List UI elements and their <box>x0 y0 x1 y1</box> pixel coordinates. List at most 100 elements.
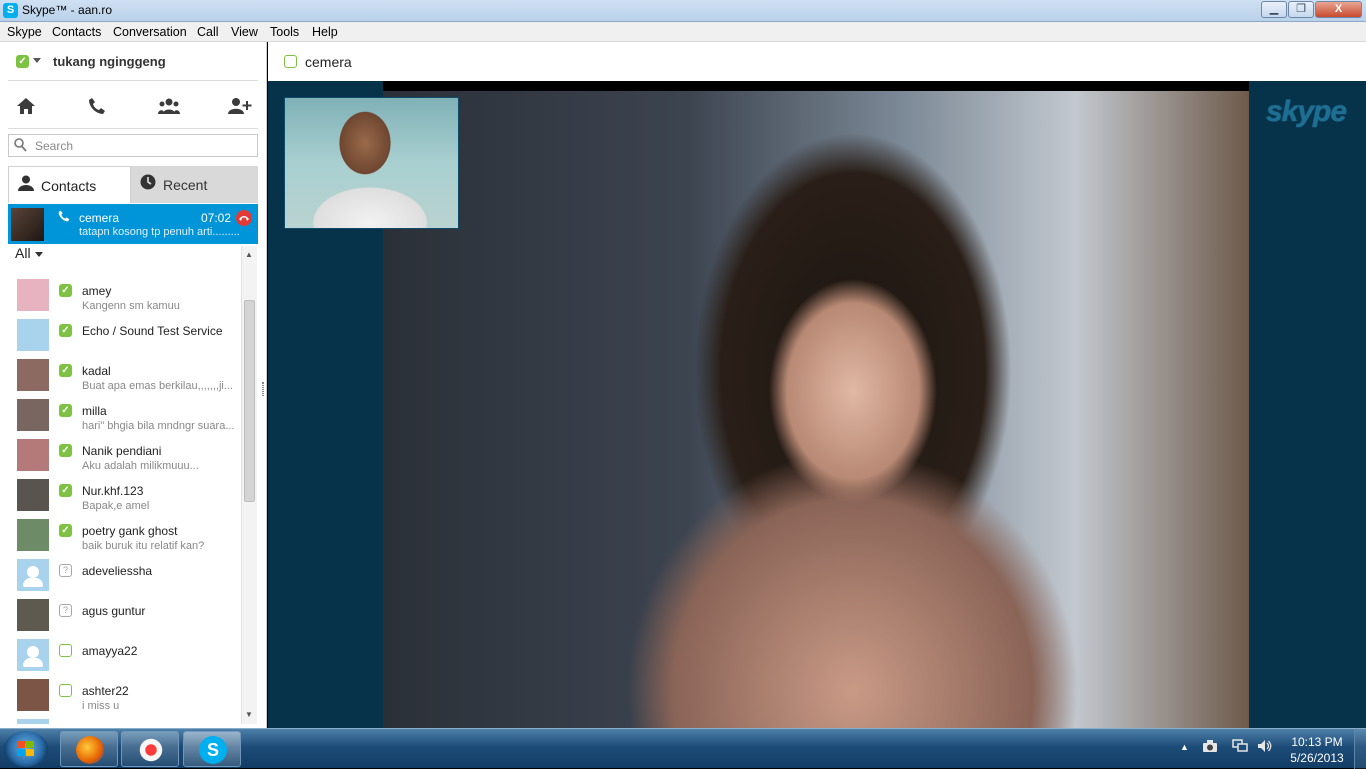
filter-label: All <box>15 245 31 261</box>
phone-icon <box>58 210 70 225</box>
contact-list-item[interactable]: ✓ poetry gank ghost baik buruk itu relatif… <box>8 514 240 554</box>
contact-list-item[interactable]: ✓ amey Kangenn sm kamuu <box>8 274 240 314</box>
contact-list-item[interactable]: Ayu cantik <box>8 714 240 724</box>
menu-bar: Skype Contacts Conversation Call View To… <box>0 22 1366 42</box>
recorder-icon <box>137 736 165 764</box>
taskbar: S ▲ 10:13 PM 5/26/2013 <box>0 728 1366 769</box>
close-button[interactable]: X <box>1315 1 1362 18</box>
avatar <box>17 399 49 431</box>
avatar <box>17 559 49 591</box>
taskbar-firefox[interactable] <box>60 731 118 767</box>
contact-mood: baik buruk itu relatif kan? <box>82 540 205 552</box>
contact-mood: Buat apa emas berkilau,,,,,,,ji... <box>82 380 234 392</box>
network-icon[interactable] <box>1232 739 1248 756</box>
group-icon[interactable] <box>157 97 181 119</box>
menu-view[interactable]: View <box>231 25 258 39</box>
menu-help[interactable]: Help <box>312 25 338 39</box>
contact-name: milla <box>82 404 107 418</box>
status-online-icon: ✓ <box>59 444 72 457</box>
divider <box>8 128 258 129</box>
avatar <box>17 279 49 311</box>
hang-up-icon[interactable] <box>236 210 252 226</box>
menu-contacts[interactable]: Contacts <box>52 25 101 39</box>
show-desktop-button[interactable] <box>1354 729 1366 769</box>
contact-list-item[interactable]: amayya22 <box>8 634 240 674</box>
camera-tray-icon[interactable] <box>1202 739 1218 756</box>
avatar <box>17 319 49 351</box>
contact-name: agus guntur <box>82 604 146 618</box>
contact-name: amayya22 <box>82 644 138 658</box>
contact-list: ✓ amey Kangenn sm kamuu ✓ Echo / Sound Test … <box>8 264 240 724</box>
contact-name: Nanik pendiani <box>82 444 162 458</box>
minimize-button[interactable]: ▁ <box>1261 1 1287 18</box>
menu-call[interactable]: Call <box>197 25 219 39</box>
filter-dropdown[interactable]: All <box>15 245 43 261</box>
conversation-header: cemera <box>268 42 1366 81</box>
contact-list-item[interactable]: ✓ kadal Buat apa emas berkilau,,,,,,,ji... <box>8 354 240 394</box>
contact-list-item[interactable]: ✓ Nanik pendiani Aku adalah milikmuuu... <box>8 434 240 474</box>
start-button[interactable] <box>4 731 48 767</box>
avatar <box>17 479 49 511</box>
contact-mood: i miss u <box>82 700 120 712</box>
my-profile[interactable]: ✓ tukang nginggeng <box>0 42 267 80</box>
avatar <box>17 359 49 391</box>
search-input[interactable] <box>35 138 250 154</box>
add-contact-icon[interactable] <box>228 97 252 119</box>
system-clock[interactable]: 10:13 PM 5/26/2013 <box>1280 734 1354 766</box>
title-bar: S Skype™ - aan.ro ▁ ❐ X <box>0 0 1366 22</box>
contact-list-item[interactable]: ✓ milla hari" bhgia bila mndngr suara... <box>8 394 240 434</box>
call-duration: 07:02 <box>201 211 232 225</box>
menu-tools[interactable]: Tools <box>270 25 299 39</box>
call-phones-icon[interactable] <box>85 97 109 119</box>
active-call-item[interactable]: cemera 07:02 tatapn kosong tp penuh arti… <box>8 204 258 244</box>
status-dropdown-icon[interactable] <box>33 58 41 63</box>
avatar <box>17 679 49 711</box>
status-online-icon: ✓ <box>59 484 72 497</box>
home-icon[interactable] <box>14 97 38 119</box>
contact-list-item[interactable]: ? adeveliessha <box>8 554 240 594</box>
taskbar-skype[interactable]: S <box>183 731 241 767</box>
tab-recent[interactable]: Recent <box>131 166 258 203</box>
chevron-down-icon <box>34 251 43 257</box>
maximize-button[interactable]: ❐ <box>1288 1 1314 18</box>
divider <box>8 80 258 81</box>
show-hidden-icons-icon[interactable]: ▲ <box>1180 742 1189 752</box>
scroll-up-arrow-icon[interactable]: ▲ <box>245 250 253 259</box>
clock-icon <box>140 174 158 192</box>
status-online-icon[interactable]: ✓ <box>16 55 29 68</box>
status-online-icon: ✓ <box>59 404 72 417</box>
tab-recent-label: Recent <box>163 177 208 193</box>
status-unknown-icon: ? <box>59 564 72 577</box>
contact-name: Echo / Sound Test Service <box>82 324 223 338</box>
contact-name: amey <box>82 284 112 298</box>
contact-list-item[interactable]: ashter22 i miss u <box>8 674 240 714</box>
status-unknown-icon: ? <box>59 604 72 617</box>
tab-contacts-label: Contacts <box>41 178 97 194</box>
status-offline-icon <box>284 55 297 68</box>
contact-list-scrollbar[interactable]: ▲ ▼ <box>241 246 257 724</box>
avatar <box>17 439 49 471</box>
contact-name: Nur.khf.123 <box>82 484 144 498</box>
taskbar-recorder[interactable] <box>121 731 179 767</box>
panel-resize-handle[interactable] <box>262 382 264 396</box>
contact-list-item[interactable]: ✓ Nur.khf.123 Bapak,e amel <box>8 474 240 514</box>
active-call-name: cemera <box>79 211 120 225</box>
avatar <box>17 519 49 551</box>
avatar <box>17 639 49 671</box>
status-offline-icon <box>59 684 72 697</box>
contact-name: ashter22 <box>82 684 129 698</box>
clock-date: 5/26/2013 <box>1290 751 1344 765</box>
avatar <box>11 208 44 241</box>
volume-icon[interactable] <box>1257 739 1273 756</box>
menu-conversation[interactable]: Conversation <box>113 25 187 39</box>
tab-contacts[interactable]: Contacts <box>8 166 131 203</box>
contact-list-item[interactable]: ✓ Echo / Sound Test Service <box>8 314 240 354</box>
contact-mood: Aku adalah milikmuuu... <box>82 460 199 472</box>
contact-name: poetry gank ghost <box>82 524 178 538</box>
contact-name: adeveliessha <box>82 564 153 578</box>
scrollbar-thumb[interactable] <box>244 300 255 502</box>
contact-list-item[interactable]: ? agus guntur <box>8 594 240 634</box>
scroll-down-arrow-icon[interactable]: ▼ <box>245 710 253 719</box>
self-video-preview[interactable] <box>284 97 459 229</box>
menu-skype[interactable]: Skype <box>7 25 42 39</box>
